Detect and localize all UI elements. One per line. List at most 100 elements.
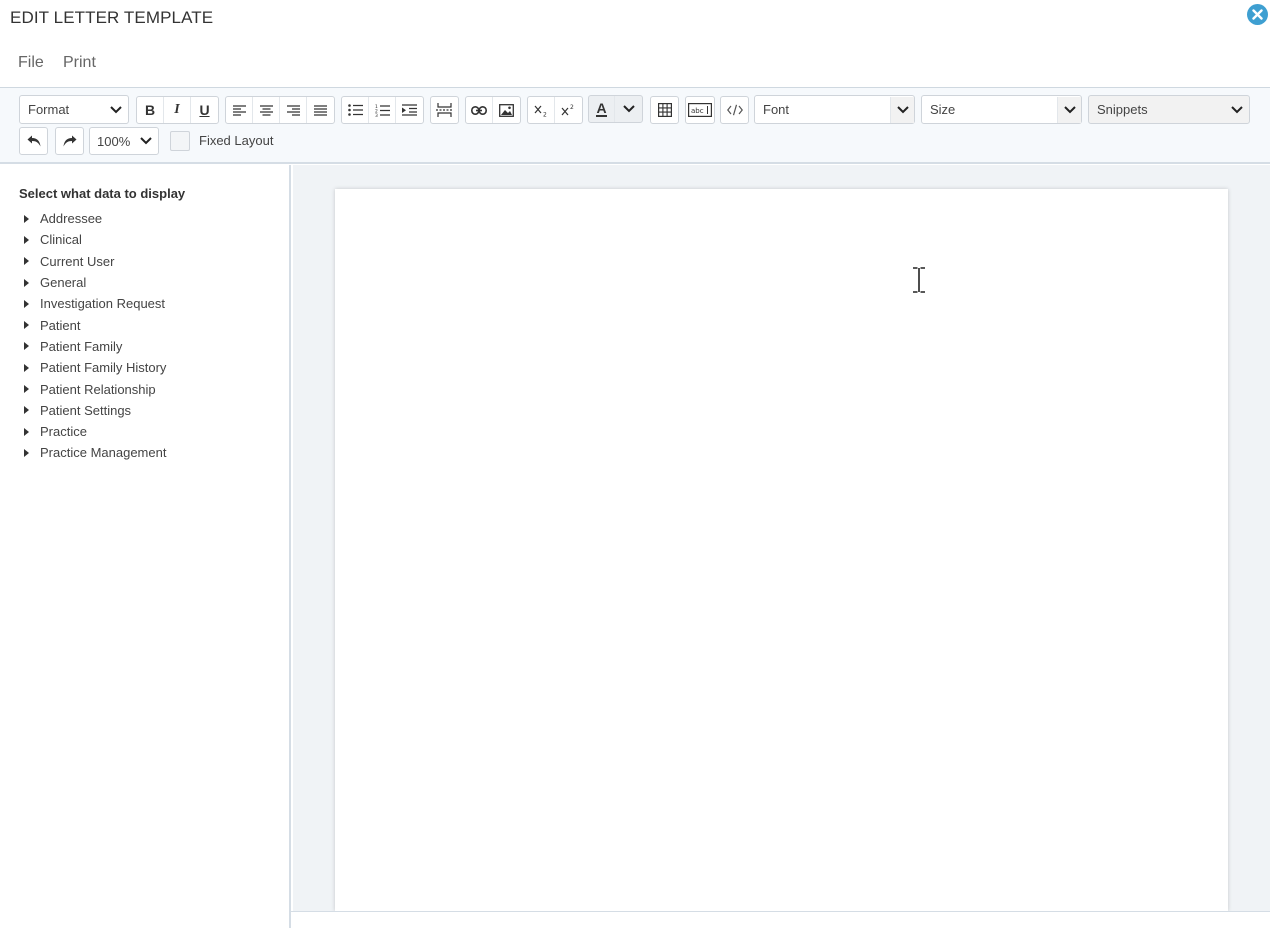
chevron-down-icon <box>1057 96 1081 123</box>
bold-button[interactable]: B <box>137 97 164 123</box>
page-break-button[interactable] <box>431 97 458 123</box>
italic-button[interactable]: I <box>164 97 191 123</box>
tree-item-addressee[interactable]: Addressee <box>24 208 166 229</box>
list-group: 123 <box>341 96 424 124</box>
page-break-group <box>430 96 459 124</box>
expand-arrow-icon[interactable] <box>24 385 29 394</box>
image-icon <box>499 103 514 117</box>
undo-icon <box>27 135 40 147</box>
expand-arrow-icon[interactable] <box>24 448 29 457</box>
tree-item-clinical[interactable]: Clinical <box>24 229 166 250</box>
menu-file[interactable]: File <box>18 54 44 72</box>
expand-arrow-icon[interactable] <box>24 299 29 308</box>
tree-item-practice[interactable]: Practice <box>24 421 166 442</box>
insert-link-button[interactable] <box>466 97 493 123</box>
tree-item-current-user[interactable]: Current User <box>24 251 166 272</box>
align-left-button[interactable] <box>226 97 253 123</box>
align-right-button[interactable] <box>280 97 307 123</box>
tree-item-label: Practice <box>40 424 87 440</box>
bullet-list-icon <box>347 104 363 116</box>
underline-icon: U <box>199 102 210 118</box>
expand-arrow-icon[interactable] <box>24 363 29 372</box>
align-right-icon <box>286 104 300 116</box>
format-dropdown[interactable]: Format <box>19 95 129 124</box>
tree-item-patient-relationship[interactable]: Patient Relationship <box>24 378 166 399</box>
chevron-down-icon <box>1225 105 1249 114</box>
text-field-icon: abc <box>688 103 712 117</box>
text-style-group: B I U <box>136 96 219 124</box>
snippets-dropdown[interactable]: Snippets <box>1088 95 1250 124</box>
chevron-down-icon <box>622 105 635 113</box>
indent-button[interactable] <box>396 97 423 123</box>
text-color-dropdown[interactable] <box>615 96 642 122</box>
editor-canvas <box>293 165 1270 911</box>
align-justify-button[interactable] <box>307 97 334 123</box>
align-justify-icon <box>314 104 327 116</box>
expand-arrow-icon[interactable] <box>24 214 29 223</box>
expand-arrow-icon[interactable] <box>24 406 29 415</box>
insert-image-button[interactable] <box>493 97 520 123</box>
redo-button[interactable] <box>55 127 84 155</box>
dialog-header: EDIT LETTER TEMPLATE <box>0 0 1270 40</box>
table-group <box>650 96 679 124</box>
tree-item-patient-family-history[interactable]: Patient Family History <box>24 357 166 378</box>
superscript-button[interactable]: 2 <box>555 97 582 123</box>
redo-icon <box>63 135 76 147</box>
undo-button[interactable] <box>19 127 48 155</box>
snippets-label: Snippets <box>1097 102 1148 117</box>
svg-text:2: 2 <box>543 112 547 118</box>
svg-text:abc: abc <box>691 107 704 115</box>
status-bar <box>291 911 1270 928</box>
subscript-button[interactable]: 2 <box>528 97 555 123</box>
text-field-button[interactable]: abc <box>686 97 714 123</box>
italic-icon: I <box>174 102 180 117</box>
numbered-list-button[interactable]: 123 <box>369 97 396 123</box>
tree-item-practice-management[interactable]: Practice Management <box>24 442 166 463</box>
svg-text:2: 2 <box>570 104 574 111</box>
expand-arrow-icon[interactable] <box>24 235 29 244</box>
font-dropdown[interactable]: Font <box>754 95 915 124</box>
code-icon <box>726 104 743 116</box>
expand-arrow-icon[interactable] <box>24 278 29 287</box>
tree-item-investigation-request[interactable]: Investigation Request <box>24 293 166 314</box>
expand-arrow-icon[interactable] <box>24 342 29 351</box>
insert-group <box>465 96 521 124</box>
expand-arrow-icon[interactable] <box>24 427 29 436</box>
size-label: Size <box>930 102 956 117</box>
text-color-button[interactable]: A <box>589 96 615 122</box>
tree-item-patient-family[interactable]: Patient Family <box>24 336 166 357</box>
indent-icon <box>402 104 417 116</box>
tree-item-general[interactable]: General <box>24 272 166 293</box>
letter-page[interactable] <box>335 189 1228 911</box>
tree-item-label: General <box>40 275 87 291</box>
tree-item-label: Patient Family History <box>40 360 167 376</box>
link-icon <box>471 105 487 115</box>
expand-arrow-icon[interactable] <box>24 321 29 330</box>
table-icon <box>657 103 672 117</box>
menu-print[interactable]: Print <box>63 54 96 72</box>
expand-arrow-icon[interactable] <box>24 257 29 266</box>
subscript-icon: 2 <box>534 105 547 118</box>
tree-item-patient[interactable]: Patient <box>24 314 166 335</box>
align-center-button[interactable] <box>253 97 280 123</box>
source-code-button[interactable] <box>721 97 748 123</box>
zoom-dropdown[interactable]: 100% <box>89 127 159 155</box>
tree-item-patient-settings[interactable]: Patient Settings <box>24 400 166 421</box>
alignment-group <box>225 96 335 124</box>
align-center-icon <box>259 104 273 116</box>
fixed-layout-checkbox[interactable] <box>170 131 190 151</box>
close-button[interactable] <box>1247 4 1268 25</box>
numbered-list-icon: 123 <box>375 104 390 117</box>
size-dropdown[interactable]: Size <box>921 95 1082 124</box>
data-tree: Addressee Clinical Current User General … <box>24 208 166 464</box>
underline-button[interactable]: U <box>191 97 218 123</box>
tree-item-label: Clinical <box>40 232 82 248</box>
bullet-list-button[interactable] <box>342 97 369 123</box>
insert-table-button[interactable] <box>651 97 678 123</box>
tree-item-label: Investigation Request <box>40 296 166 312</box>
source-group <box>720 96 749 124</box>
script-group: 2 2 <box>527 96 583 124</box>
close-icon <box>1252 9 1263 20</box>
editor-toolbar: Format B I U 123 2 2 A abc Font Size Sni… <box>0 88 1270 164</box>
text-cursor-icon <box>913 267 925 293</box>
